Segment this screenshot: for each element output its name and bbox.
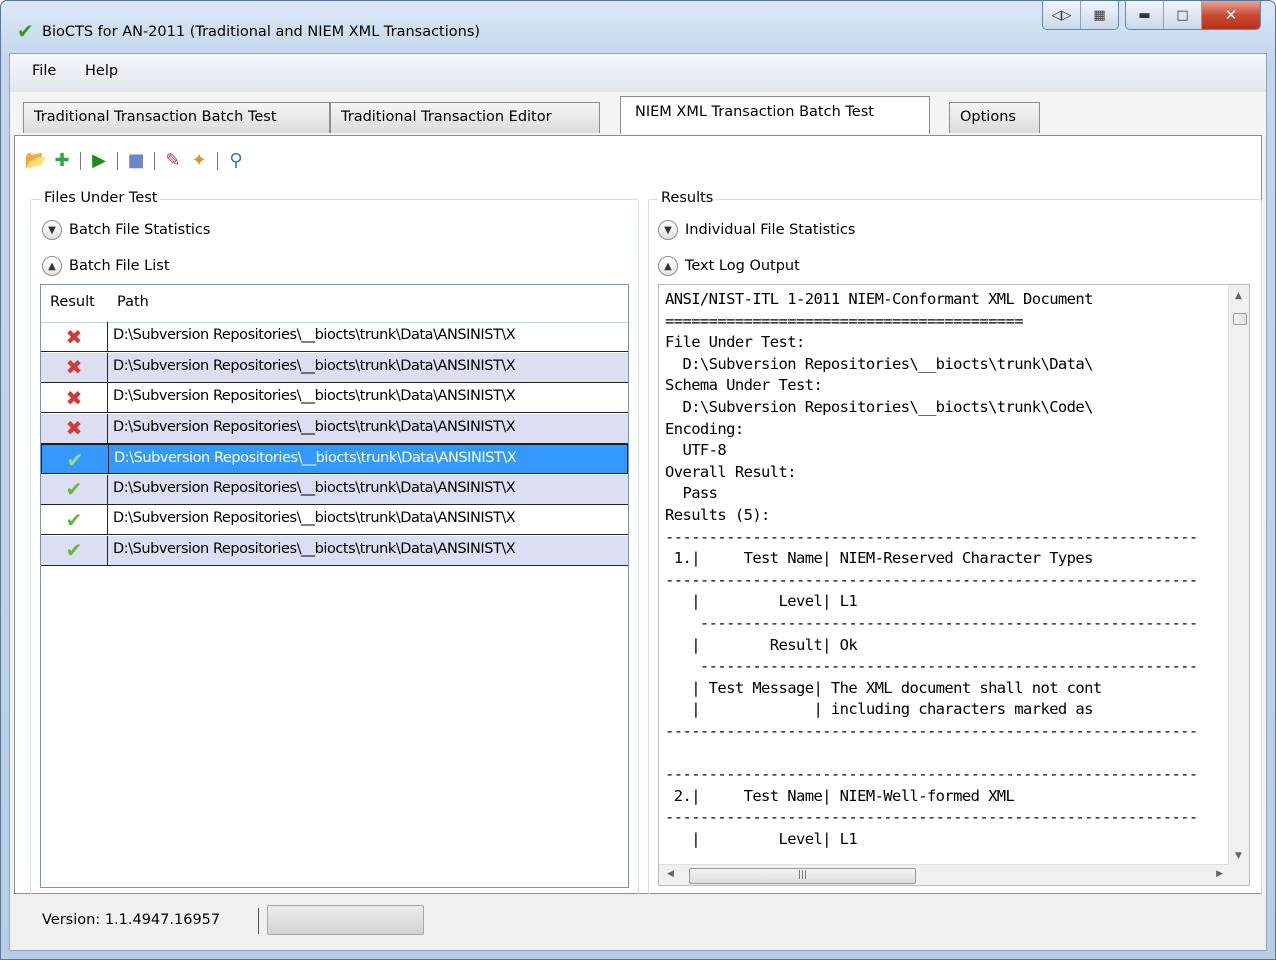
status-bar: Version: 1.1.4947.16957 (10, 894, 1266, 950)
scroll-down-icon[interactable]: ▼ (1235, 851, 1242, 861)
path-cell: D:\Subversion Repositories\__biocts\trun… (113, 327, 516, 343)
caption-buttons: ▬ □ ✕ (1125, 1, 1261, 30)
table-row[interactable]: ✔ D:\Subversion Repositories\__biocts\tru… (41, 505, 628, 535)
play-icon[interactable]: ▶ (87, 149, 111, 173)
result-cell: ✔ (41, 505, 108, 534)
result-cell: ✖ (41, 383, 108, 412)
batch-file-list-label: Batch File List (69, 258, 170, 274)
window-title: BioCTS for AN-2011 (Traditional and NIEM… (42, 24, 481, 40)
progress-bar (267, 905, 424, 935)
result-cell: ✖ (41, 352, 108, 382)
app-window: ✔ BioCTS for AN-2011 (Traditional and NI… (0, 0, 1276, 960)
table-row[interactable]: ✔ D:\Subversion Repositories\__biocts\tru… (41, 535, 628, 566)
chevron-down-icon: ▼ (658, 220, 678, 240)
path-cell: D:\Subversion Repositories\__biocts\trun… (113, 479, 516, 496)
vertical-scroll-thumb[interactable] (1233, 313, 1247, 325)
client-area: File Help Traditional Transaction Batch … (9, 53, 1267, 951)
pin-icon[interactable]: ▦ (1080, 1, 1118, 29)
vertical-scrollbar[interactable]: ▲ ▼ (1228, 285, 1249, 865)
result-cell: ✔ (41, 535, 108, 565)
pass-check-icon: ✔ (65, 507, 83, 532)
pass-check-icon: ✔ (66, 447, 84, 472)
horizontal-scrollbar[interactable]: ◀ ||| ▶ (659, 864, 1229, 885)
table-row[interactable]: ✖ D:\Subversion Repositories\__biocts\tru… (41, 322, 628, 352)
tab-options[interactable]: Options (949, 102, 1040, 133)
scroll-left-icon[interactable]: ◀ (667, 869, 674, 879)
table-row[interactable]: ✔ D:\Subversion Repositories\__biocts\tru… (41, 474, 628, 505)
minimize-icon[interactable]: ▬ (1126, 1, 1163, 29)
extra-controls: ◁▷ ▦ (1042, 1, 1119, 30)
fail-x-icon: ✖ (65, 355, 83, 379)
chevron-up-icon: ▲ (658, 256, 678, 276)
batch-file-grid[interactable]: Result Path ✖ D:\Subversion Repositories\… (40, 284, 629, 888)
column-header-path[interactable]: Path (117, 294, 149, 310)
result-cell: ✖ (41, 413, 108, 443)
scroll-right-icon[interactable]: ▶ (1216, 869, 1223, 879)
snap-left-icon[interactable]: ◁▷ (1043, 1, 1080, 29)
app-check-icon: ✔ (17, 19, 34, 43)
fail-x-icon: ✖ (65, 385, 83, 410)
status-separator (258, 908, 259, 934)
results-label: Results (658, 190, 717, 206)
toolbar: 📂 ✚ ▶ ■ ✎ ✦ ⚲ (24, 146, 248, 176)
tab-niem-batch-test[interactable]: NIEM XML Transaction Batch Test (620, 96, 930, 134)
scroll-up-icon[interactable]: ▲ (1235, 291, 1242, 301)
fail-x-icon: ✖ (65, 324, 83, 349)
close-icon[interactable]: ✕ (1201, 1, 1260, 29)
scroll-corner (1229, 865, 1249, 885)
fail-x-icon: ✖ (65, 416, 83, 440)
stop-icon[interactable]: ■ (124, 149, 148, 173)
chevron-up-icon: ▲ (42, 256, 62, 276)
tab-traditional-batch-test[interactable]: Traditional Transaction Batch Test (23, 102, 330, 133)
title-bar[interactable]: ✔ BioCTS for AN-2011 (Traditional and NI… (1, 1, 1275, 53)
log-text[interactable]: ANSI/NIST-ITL 1-2011 NIEM-Conformant XML… (665, 289, 1225, 861)
toolbar-separator (154, 152, 155, 170)
magnify-icon[interactable]: ⚲ (224, 149, 248, 173)
toolbar-separator (80, 152, 81, 170)
result-cell: ✖ (41, 322, 108, 351)
table-row[interactable]: ✔ D:\Subversion Repositories\__biocts\tru… (41, 444, 628, 474)
toolbar-separator (117, 152, 118, 170)
result-cell: ✔ (41, 474, 108, 504)
path-cell: D:\Subversion Repositories\__biocts\trun… (114, 450, 517, 466)
chevron-down-icon: ▼ (42, 220, 62, 240)
batch-file-statistics-expander[interactable]: ▼ Batch File Statistics (42, 217, 210, 243)
batch-file-statistics-label: Batch File Statistics (69, 222, 211, 238)
column-header-result[interactable]: Result (50, 294, 95, 310)
maximize-icon[interactable]: □ (1163, 1, 1201, 29)
text-log-output-label: Text Log Output (685, 258, 800, 274)
menu-bar: File Help (10, 54, 1266, 93)
window-controls: ◁▷ ▦ ▬ □ ✕ (1036, 1, 1261, 35)
menu-file[interactable]: File (32, 63, 56, 79)
batch-file-list-expander[interactable]: ▲ Batch File List (42, 253, 170, 279)
pass-check-icon: ✔ (65, 477, 83, 501)
path-cell: D:\Subversion Repositories\__biocts\trun… (113, 540, 516, 557)
eraser-icon[interactable]: ✎ (161, 149, 185, 173)
table-row[interactable]: ✖ D:\Subversion Repositories\__biocts\tru… (41, 352, 628, 383)
individual-file-statistics-expander[interactable]: ▼ Individual File Statistics (658, 217, 855, 243)
table-row[interactable]: ✖ D:\Subversion Repositories\__biocts\tru… (41, 413, 628, 444)
clear-broom-icon[interactable]: ✦ (187, 149, 211, 173)
menu-help[interactable]: Help (85, 63, 118, 79)
toolbar-separator (217, 152, 218, 170)
path-cell: D:\Subversion Repositories\__biocts\trun… (113, 510, 516, 526)
pass-check-icon: ✔ (65, 538, 83, 562)
add-file-icon[interactable]: ✚ (50, 149, 74, 173)
tab-strip: Traditional Transaction Batch Test Tradi… (10, 92, 1266, 136)
path-cell: D:\Subversion Repositories\__biocts\trun… (113, 388, 516, 404)
path-cell: D:\Subversion Repositories\__biocts\trun… (113, 357, 516, 374)
result-cell: ✔ (42, 445, 109, 474)
path-cell: D:\Subversion Repositories\__biocts\trun… (113, 418, 516, 435)
text-log-output-expander[interactable]: ▲ Text Log Output (658, 253, 800, 279)
table-row[interactable]: ✖ D:\Subversion Repositories\__biocts\tru… (41, 383, 628, 413)
horizontal-scroll-thumb[interactable]: ||| (689, 868, 916, 884)
individual-file-statistics-label: Individual File Statistics (685, 222, 856, 238)
text-log-output[interactable]: ANSI/NIST-ITL 1-2011 NIEM-Conformant XML… (658, 284, 1250, 886)
files-under-test-label: Files Under Test (41, 190, 161, 206)
version-label: Version: 1.1.4947.16957 (42, 912, 221, 928)
open-folder-icon[interactable]: 📂 (24, 149, 48, 173)
grid-header: Result Path (41, 285, 628, 323)
tab-traditional-editor[interactable]: Traditional Transaction Editor (330, 102, 600, 133)
